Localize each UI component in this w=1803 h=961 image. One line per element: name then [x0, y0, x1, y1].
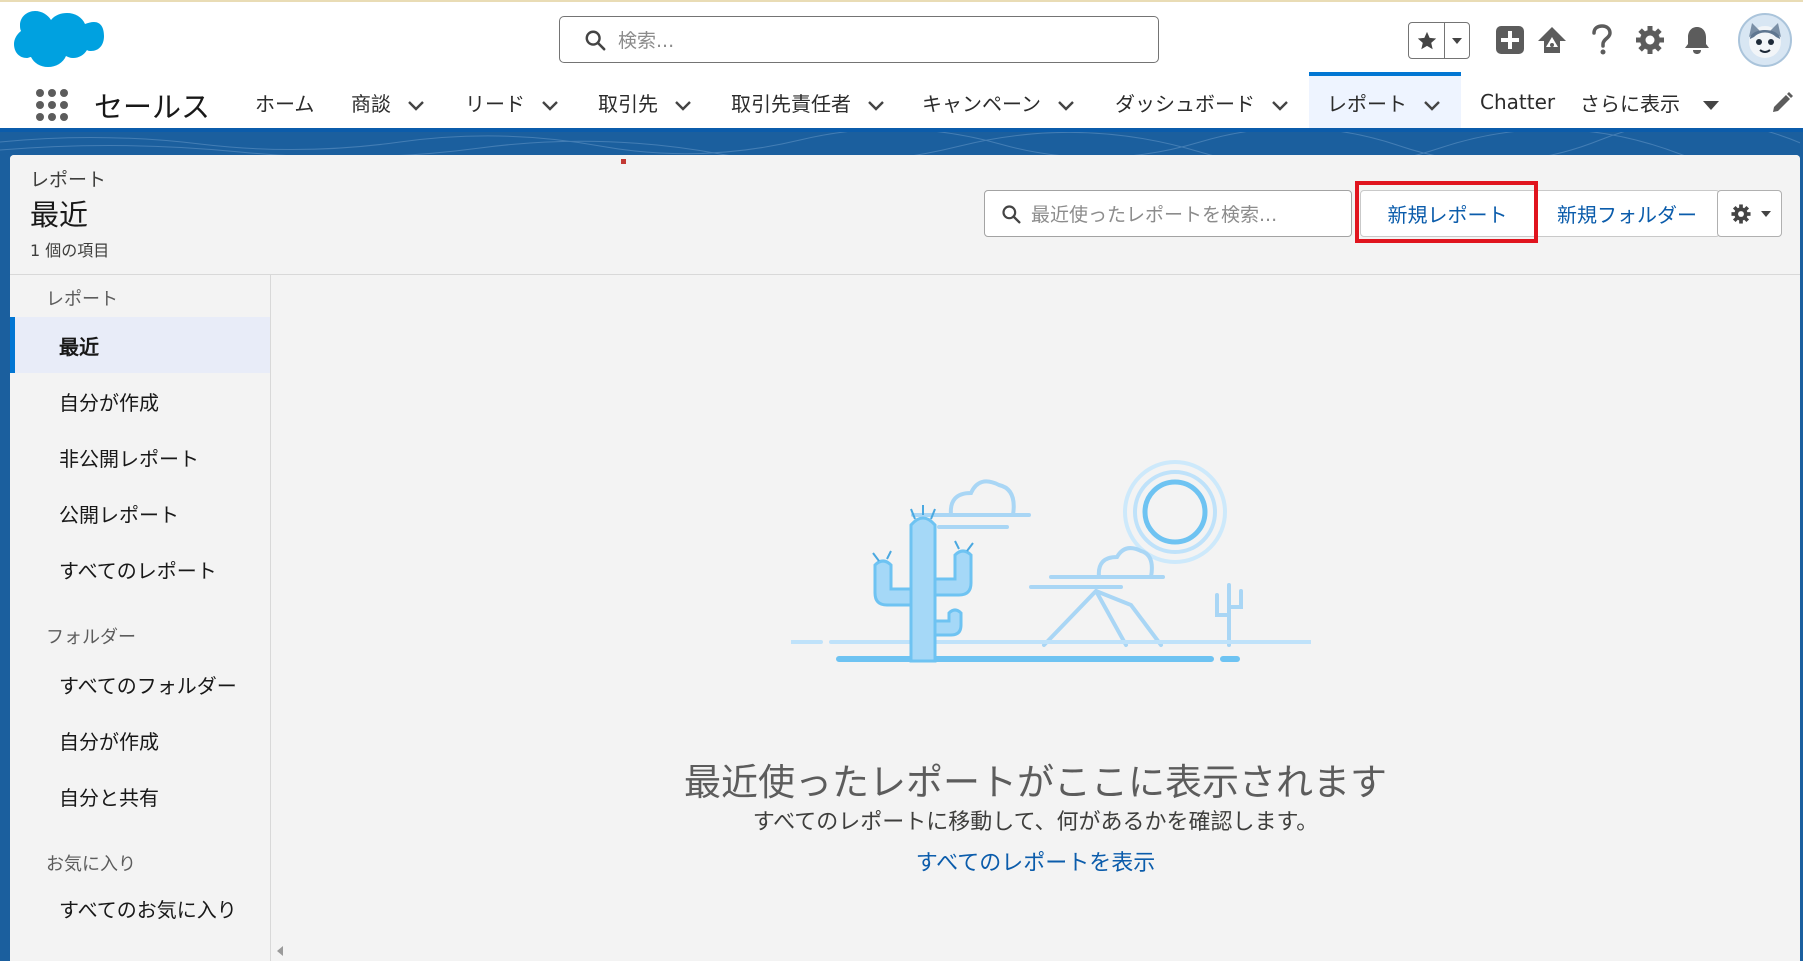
nav-item-label: レポート — [1327, 91, 1407, 116]
global-search-input[interactable]: 検索... — [559, 16, 1159, 63]
nav-item-label: リード — [465, 91, 525, 116]
sidebar-item-private-reports[interactable]: 非公開レポート — [10, 429, 270, 485]
chevron-down-icon[interactable] — [865, 94, 887, 116]
view-all-reports-link-text[interactable]: すべてのレポートを表示 — [916, 851, 1156, 876]
caret-down-icon[interactable] — [1700, 94, 1722, 116]
global-search-placeholder: 検索... — [618, 30, 675, 52]
sidebar-heading-folders: フォルダー — [46, 627, 136, 648]
nav-item-home[interactable]: ホーム — [255, 76, 314, 128]
nav-item-campaigns[interactable]: キャンペーン — [922, 76, 1077, 128]
report-search-input[interactable]: 最近使ったレポートを検索... — [984, 190, 1352, 237]
sidebar-item-public-reports[interactable]: 公開レポート — [10, 485, 270, 541]
nav-item-label: 取引先 — [598, 91, 658, 116]
list-settings-button[interactable] — [1717, 190, 1782, 237]
user-avatar[interactable] — [1738, 13, 1792, 67]
nav-item-label: さらに表示 — [1580, 91, 1680, 116]
report-search-placeholder: 最近使ったレポートを検索... — [1031, 204, 1278, 226]
notifications-bell-icon[interactable] — [1677, 20, 1717, 60]
help-icon[interactable] — [1582, 20, 1622, 60]
chevron-down-icon[interactable] — [539, 94, 561, 116]
object-label: レポート — [30, 169, 107, 191]
global-actions-plus-icon[interactable] — [1490, 20, 1530, 60]
nav-item-label: Chatter — [1480, 90, 1556, 114]
new-report-button[interactable]: 新規レポート — [1360, 190, 1535, 237]
salesforce-logo[interactable] — [14, 10, 104, 74]
empty-state-title: 最近使ったレポートがここに表示されます — [684, 761, 1387, 804]
chevron-down-icon[interactable] — [1269, 94, 1291, 116]
app-name: セールス — [94, 90, 211, 124]
sidebar-item-recent[interactable]: 最近 — [10, 317, 270, 373]
gear-icon — [1730, 203, 1751, 224]
chevron-down-icon[interactable] — [405, 94, 427, 116]
edit-nav-pencil-icon[interactable] — [1770, 91, 1794, 115]
sidebar-item-all-favorites[interactable]: すべてのお気に入り — [10, 880, 270, 936]
view-all-reports-link: すべてのレポートを表示 — [271, 845, 1800, 877]
new-folder-button[interactable]: 新規フォルダー — [1534, 190, 1720, 237]
reports-main-area: 最近使ったレポートがここに表示されます すべてのレポートに移動して、何があるかを… — [271, 275, 1800, 961]
page-title: 最近 — [30, 198, 89, 232]
search-icon — [585, 30, 606, 50]
favorites-button-group[interactable] — [1408, 22, 1470, 59]
empty-state-subtitle: すべてのレポートに移動して、何があるかを確認します。 — [752, 810, 1319, 835]
reports-sidebar: レポート 最近 自分が作成 非公開レポート 公開レポート すべてのレポート フォ… — [10, 275, 271, 961]
desert-empty-state-illustration — [791, 460, 1311, 663]
nav-item-label: ホーム — [255, 91, 315, 116]
nav-item-accounts[interactable]: 取引先 — [598, 76, 694, 128]
sidebar-heading-favorites: お気に入り — [46, 854, 136, 875]
red-marker-dot — [621, 159, 626, 164]
search-icon — [1002, 204, 1021, 223]
sidebar-item-all-reports[interactable]: すべてのレポート — [10, 541, 270, 597]
sidebar-heading-reports: レポート — [46, 289, 118, 310]
sidebar-item-shared-with-me[interactable]: 自分と共有 — [10, 768, 270, 824]
nav-item-dashboards[interactable]: ダッシュボード — [1115, 76, 1291, 128]
nav-item-label: 商談 — [351, 91, 391, 116]
trailhead-icon[interactable] — [1532, 20, 1572, 60]
favorites-star-icon[interactable] — [1409, 23, 1445, 58]
sidebar-item-created-by-me[interactable]: 自分が作成 — [10, 373, 270, 429]
setup-gear-icon[interactable] — [1630, 20, 1670, 60]
chevron-down-icon[interactable] — [1421, 94, 1443, 116]
nav-item-more[interactable]: さらに表示 — [1580, 76, 1722, 128]
list-view-header: レポート 最近 1 個の項目 最近使ったレポートを検索... 新規レポート 新規… — [10, 155, 1800, 275]
nav-item-label: ダッシュボード — [1115, 91, 1255, 116]
reports-list-card: レポート 最近 1 個の項目 最近使ったレポートを検索... 新規レポート 新規… — [10, 155, 1800, 961]
chevron-down-icon[interactable] — [672, 94, 694, 116]
nav-item-chatter[interactable]: Chatter — [1480, 76, 1555, 128]
nav-item-label: キャンペーン — [922, 91, 1041, 116]
favorites-dropdown-icon[interactable] — [1445, 23, 1469, 58]
app-launcher-icon[interactable] — [34, 87, 70, 123]
chevron-down-icon[interactable] — [1055, 94, 1077, 116]
nav-item-opportunities[interactable]: 商談 — [351, 76, 427, 128]
nav-item-leads[interactable]: リード — [465, 76, 561, 128]
item-count: 1 個の項目 — [30, 241, 110, 260]
sidebar-item-folders-created-by-me[interactable]: 自分が作成 — [10, 712, 270, 768]
nav-item-reports[interactable]: レポート — [1309, 72, 1461, 128]
scroll-left-arrow-icon[interactable] — [274, 945, 286, 957]
nav-item-contacts[interactable]: 取引先責任者 — [731, 76, 887, 128]
caret-down-icon — [1760, 210, 1771, 217]
global-header: 検索... — [0, 2, 1803, 76]
sidebar-item-all-folders[interactable]: すべてのフォルダー — [10, 656, 270, 712]
nav-item-label: 取引先責任者 — [731, 91, 851, 116]
app-navigation-bar: セールス ホーム 商談 リード 取引先 取引先責任者 キャンペーン ダッシュボー… — [0, 72, 1803, 132]
